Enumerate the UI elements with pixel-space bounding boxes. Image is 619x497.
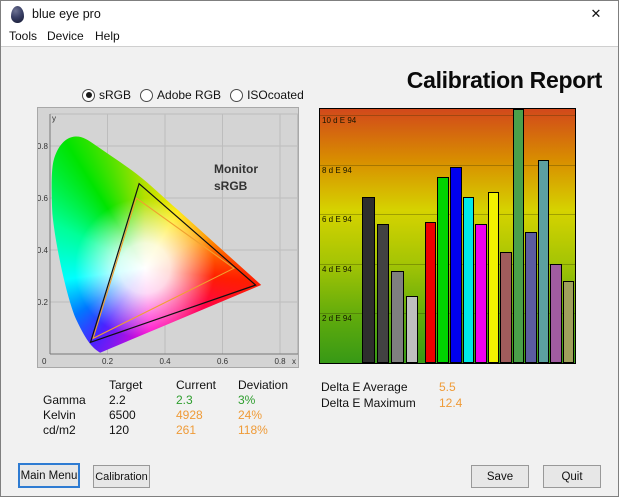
bar-gray-50 xyxy=(391,271,404,363)
radio-srgb-circle[interactable] xyxy=(82,88,95,102)
cie-x-tick: 0.4 xyxy=(159,357,171,366)
title-bar: blue eye pro ✕ xyxy=(1,1,618,27)
radio-isocoated[interactable]: ISOcoated xyxy=(230,88,304,102)
menu-device[interactable]: Device xyxy=(47,29,84,43)
close-icon[interactable]: ✕ xyxy=(574,1,618,27)
radio-isocoated-label: ISOcoated xyxy=(247,88,304,102)
row-kelvin-current: 4928 xyxy=(176,408,203,422)
bar-chart-gridline-label: 10 d E 94 xyxy=(322,116,357,126)
cie-x-tick: 0.2 xyxy=(102,357,114,366)
table-header-blank xyxy=(43,378,109,393)
cie-x-tick: 0.8 xyxy=(274,357,286,366)
cie-x-tick: 0 xyxy=(42,357,47,366)
row-gamma-label: Gamma xyxy=(43,393,86,407)
app-window: blue eye pro ✕ Tools Device Help sRGB Ad… xyxy=(0,0,619,497)
quit-button[interactable]: Quit xyxy=(543,465,601,488)
main-menu-button[interactable]: Main Menu xyxy=(18,463,80,488)
bar-yellow xyxy=(487,192,500,363)
cie-overlay: Monitor sRGB 0 0.2 0.4 0.6 0.8 0.2 0.4 0.6 0.8 y x xyxy=(38,114,296,366)
monitor-gamut-triangle xyxy=(89,182,257,344)
radio-adobe-rgb-circle[interactable] xyxy=(140,88,154,102)
cie-y-tick: 0.4 xyxy=(38,246,49,255)
bar-chart-gridline xyxy=(320,164,575,166)
delta-e-summary: Delta E Average 5.5 Delta E Maximum 12.4 xyxy=(321,379,462,411)
row-cdm2-deviation: 118% xyxy=(238,423,268,437)
calibration-results-table: Target Current Deviation Gamma 2.2 2.3 3… xyxy=(43,378,308,438)
cie-y-axis-label: y xyxy=(52,114,56,123)
menu-tools[interactable]: Tools xyxy=(9,29,37,43)
bar-red xyxy=(424,221,437,363)
bar-cyan xyxy=(462,196,475,363)
delta-e-maximum-label: Delta E Maximum xyxy=(321,396,416,410)
cie-x-axis-label: x xyxy=(292,357,296,366)
radio-srgb[interactable]: sRGB xyxy=(82,88,131,102)
radio-isocoated-circle[interactable] xyxy=(230,88,244,102)
bar-slate-blue xyxy=(525,231,537,363)
srgb-gamut-label: sRGB xyxy=(214,179,248,193)
bar-chart-gridline-label: 6 d E 94 xyxy=(322,215,352,225)
cie-y-tick: 0.6 xyxy=(38,194,49,203)
bar-chart-gridline-label: 2 d E 94 xyxy=(322,314,352,324)
bar-teal xyxy=(537,159,550,363)
bar-chart-gridline-label: 8 d E 94 xyxy=(322,165,352,175)
row-cdm2-current: 261 xyxy=(176,423,197,437)
cie-chromaticity-diagram: Monitor sRGB 0 0.2 0.4 0.6 0.8 0.2 0.4 0.6 0.8 y x xyxy=(37,107,299,368)
window-title: blue eye pro xyxy=(32,7,101,21)
radio-srgb-label: sRGB xyxy=(99,88,132,102)
cie-y-tick: 0.8 xyxy=(38,142,49,151)
delta-e-average-value: 5.5 xyxy=(439,380,456,394)
bar-gray-dark xyxy=(362,196,375,363)
bar-brown xyxy=(500,251,512,363)
row-gamma-current: 2.3 xyxy=(176,393,193,407)
row-kelvin-target: 6500 xyxy=(109,408,136,422)
calibration-button[interactable]: Calibration xyxy=(93,465,150,488)
row-gamma-deviation: 3% xyxy=(238,393,256,407)
bar-chart-gridline xyxy=(320,115,575,117)
monitor-gamut-label: Monitor xyxy=(214,162,258,176)
delta-e-bar-chart: 10 d E 94 8 d E 94 6 d E 94 4 d E 94 2 d E 9… xyxy=(319,108,576,364)
row-kelvin-deviation: 24% xyxy=(238,408,263,422)
bar-chart-gridline-label: 4 d E 94 xyxy=(322,264,352,274)
table-header-current: Current xyxy=(176,378,217,392)
page-title: Calibration Report xyxy=(406,67,603,93)
delta-e-average-label: Delta E Average xyxy=(321,380,408,394)
row-cdm2-label: cd/m2 xyxy=(43,423,76,437)
row-gamma-target: 2.2 xyxy=(109,393,126,407)
row-kelvin-label: Kelvin xyxy=(43,408,76,422)
radio-adobe-rgb[interactable]: Adobe RGB xyxy=(140,88,221,102)
bar-olive xyxy=(562,281,575,363)
menu-bar: Tools Device Help xyxy=(1,27,618,47)
cie-y-tick: 0.2 xyxy=(38,298,49,307)
table-header-deviation: Deviation xyxy=(238,378,289,392)
cie-x-tick: 0.6 xyxy=(217,357,229,366)
radio-adobe-rgb-label: Adobe RGB xyxy=(157,88,222,102)
color-space-radio-group: sRGB Adobe RGB ISOcoated xyxy=(82,88,304,102)
bar-blue xyxy=(450,167,462,363)
bar-green xyxy=(437,177,449,363)
bar-magenta xyxy=(475,224,487,363)
save-button[interactable]: Save xyxy=(471,465,529,488)
table-header-target: Target xyxy=(109,378,143,392)
bar-mid-green xyxy=(512,109,525,363)
menu-help[interactable]: Help xyxy=(95,29,120,43)
bar-gray-25 xyxy=(405,296,419,363)
bar-gray-70 xyxy=(376,224,390,363)
delta-e-maximum-value: 12.4 xyxy=(439,396,463,410)
app-icon xyxy=(11,5,24,23)
bar-purple xyxy=(550,263,562,363)
row-cdm2-target: 120 xyxy=(109,423,130,437)
